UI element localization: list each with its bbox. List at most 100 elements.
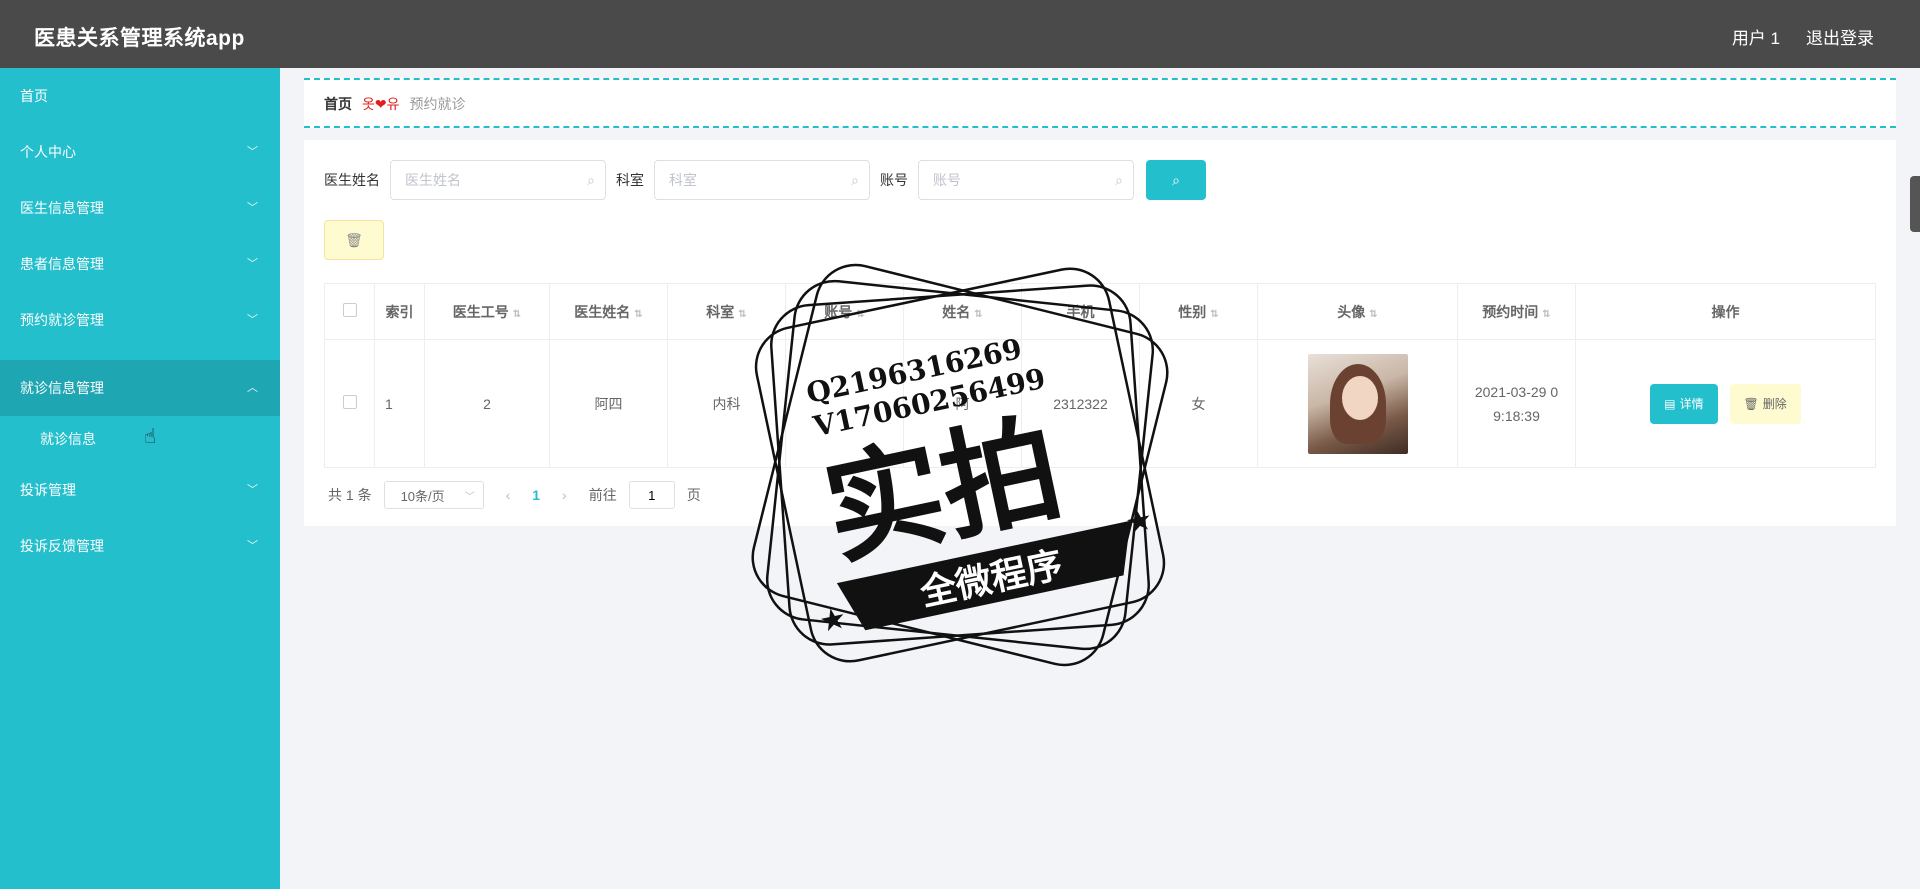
sort-icon: ⇅ (974, 308, 983, 320)
col-actions: 操作 (1575, 283, 1876, 340)
data-table: 索引 医生工号 ⇅ 医生姓名 ⇅ 科室 ⇅ 账号 ⇅ 姓名 ⇅ 手机 性别 ⇅ 头像 ⇅ 预约… (324, 283, 1876, 468)
breadcrumb-home[interactable]: 首页 (324, 94, 352, 114)
cell-account (785, 339, 904, 468)
batch-delete-button[interactable]: 🗑 (324, 220, 384, 260)
sort-icon: ⇅ (512, 308, 522, 320)
detail-label: 详情 (1679, 397, 1704, 411)
chevron-down-icon: ﹀ (464, 491, 475, 503)
col-account[interactable]: 账号 ⇅ (785, 283, 904, 340)
col-label: 预约时间 (1482, 303, 1539, 320)
row-select (324, 339, 375, 468)
dept-label: 科室 (616, 172, 644, 188)
side-scroll-handle[interactable] (1910, 176, 1920, 232)
col-phone[interactable]: 手机 (1021, 283, 1140, 340)
document-icon: ▤ (1664, 396, 1676, 411)
sidebar-item-label: 投诉管理 (20, 482, 76, 498)
col-dept[interactable]: 科室 ⇅ (667, 283, 786, 340)
page-size-value: 10条/页 (400, 488, 445, 504)
col-index[interactable]: 索引 (374, 283, 425, 340)
sidebar-item-label: 首页 (20, 88, 48, 104)
sidebar: 首页 个人中心 ﹀ 医生信息管理 ﹀ 患者信息管理 ﹀ 预约就诊管理 ﹀ 就诊信… (0, 68, 280, 889)
sort-icon: ⇅ (738, 308, 747, 320)
col-label: 科室 (706, 303, 735, 320)
sidebar-subitem-visit-info[interactable]: 就诊信息 (0, 416, 280, 462)
cell-doctor-id: 2 (424, 339, 550, 468)
avatar-image (1307, 353, 1408, 454)
chevron-down-icon: ﹀ (247, 258, 258, 270)
header-user-area: 用户 1 退出登录 (1732, 24, 1874, 49)
col-name[interactable]: 姓名 ⇅ (903, 283, 1022, 340)
user-menu[interactable]: 用户 1 (1732, 24, 1780, 49)
table-row: 1 2 阿四 内科 阿 2312322 女 2021-03-29 0 9:18:… (324, 339, 1876, 468)
sort-icon: ⇅ (1210, 308, 1219, 320)
chevron-down-icon: ﹀ (247, 146, 258, 158)
next-page-icon[interactable]: › (552, 487, 577, 503)
sidebar-item-appointment[interactable]: 预约就诊管理 ﹀ (0, 292, 280, 348)
search-icon: ⌕ (587, 172, 595, 188)
sidebar-item-doctor-info[interactable]: 医生信息管理 ﹀ (0, 180, 280, 236)
cell-gender: 女 (1139, 339, 1258, 468)
col-avatar[interactable]: 头像 ⇅ (1257, 283, 1458, 340)
star-icon: ★ (816, 601, 849, 639)
page-number[interactable]: 1 (532, 487, 540, 503)
app-title: 医患关系管理系统app (34, 27, 245, 50)
sort-icon: ⇅ (856, 308, 865, 320)
breadcrumb: 首页 옷❤유 预约就诊 (324, 94, 466, 114)
row-checkbox[interactable] (342, 395, 357, 409)
page-size-select[interactable]: 10条/页 ﹀ (383, 481, 484, 509)
search-button[interactable]: ⌕ (1146, 160, 1206, 200)
sidebar-item-personal-center[interactable]: 个人中心 ﹀ (0, 124, 280, 180)
goto-page-input[interactable] (628, 481, 675, 509)
dept-input[interactable] (655, 161, 869, 199)
sidebar-item-home[interactable]: 首页 (0, 68, 280, 124)
sidebar-item-label: 投诉反馈管理 (20, 538, 104, 554)
select-all-checkbox[interactable] (342, 303, 357, 317)
cell-time: 2021-03-29 0 9:18:39 (1457, 339, 1576, 468)
sidebar-item-patient-info[interactable]: 患者信息管理 ﹀ (0, 236, 280, 292)
sidebar-item-visit-info[interactable]: 就诊信息管理 ︿ (0, 360, 280, 416)
detail-button[interactable]: ▤ 详情 (1650, 383, 1718, 424)
watermark-ribbon (836, 520, 1131, 631)
col-label: 姓名 (942, 303, 971, 320)
cell-doctor-name: 阿四 (549, 339, 668, 468)
breadcrumb-bar: 首页 옷❤유 预约就诊 (304, 78, 1896, 128)
breadcrumb-separator: 옷❤유 (362, 96, 400, 112)
search-icon: ⌕ (1115, 172, 1123, 188)
col-time[interactable]: 预约时间 ⇅ (1457, 283, 1576, 340)
sidebar-item-label: 医生信息管理 (20, 200, 104, 216)
col-label: 操作 (1711, 303, 1740, 320)
account-label: 账号 (880, 172, 908, 188)
col-label: 头像 (1337, 303, 1366, 320)
breadcrumb-current: 预约就诊 (409, 96, 466, 112)
search-icon: ⌕ (1172, 171, 1180, 188)
col-label: 医生姓名 (574, 303, 631, 320)
watermark-ribbon-text: 全微程序 (916, 543, 1067, 614)
search-icon: ⌕ (851, 172, 859, 188)
chevron-down-icon: ﹀ (247, 314, 258, 326)
hand-cursor-icon: ☝ (144, 426, 157, 448)
sidebar-item-label: 预约就诊管理 (20, 312, 104, 328)
col-label: 性别 (1178, 303, 1207, 320)
delete-button[interactable]: 🗑 删除 (1729, 383, 1801, 424)
cell-actions: ▤ 详情 🗑 删除 (1575, 339, 1876, 468)
sidebar-item-complaint-feedback[interactable]: 投诉反馈管理 ﹀ (0, 518, 280, 574)
doctor-name-label: 医生姓名 (324, 172, 380, 188)
prev-page-icon[interactable]: ‹ (496, 487, 521, 503)
chevron-down-icon: ﹀ (247, 202, 258, 214)
doctor-name-field: ⌕ (390, 160, 606, 200)
dept-field: ⌕ (654, 160, 870, 200)
doctor-name-input[interactable] (391, 161, 605, 199)
col-doctor-name[interactable]: 医生姓名 ⇅ (549, 283, 668, 340)
col-doctor-id[interactable]: 医生工号 ⇅ (424, 283, 550, 340)
cell-phone: 2312322 (1021, 339, 1140, 468)
cell-dept: 内科 (667, 339, 786, 468)
logout-button[interactable]: 退出登录 (1806, 24, 1874, 49)
delete-label: 删除 (1762, 397, 1787, 411)
sidebar-item-complaint[interactable]: 投诉管理 ﹀ (0, 462, 280, 518)
col-gender[interactable]: 性别 ⇅ (1139, 283, 1258, 340)
search-form: 医生姓名 ⌕ 科室 ⌕ 账号 ⌕ ⌕ (324, 160, 1206, 200)
cell-name: 阿 (903, 339, 1022, 468)
account-input[interactable] (919, 161, 1133, 199)
chevron-down-icon: ﹀ (247, 540, 258, 552)
main-content: 医生姓名 ⌕ 科室 ⌕ 账号 ⌕ ⌕ 🗑 索引 医生工号⇅ 医生姓名⇅ (304, 140, 1896, 526)
